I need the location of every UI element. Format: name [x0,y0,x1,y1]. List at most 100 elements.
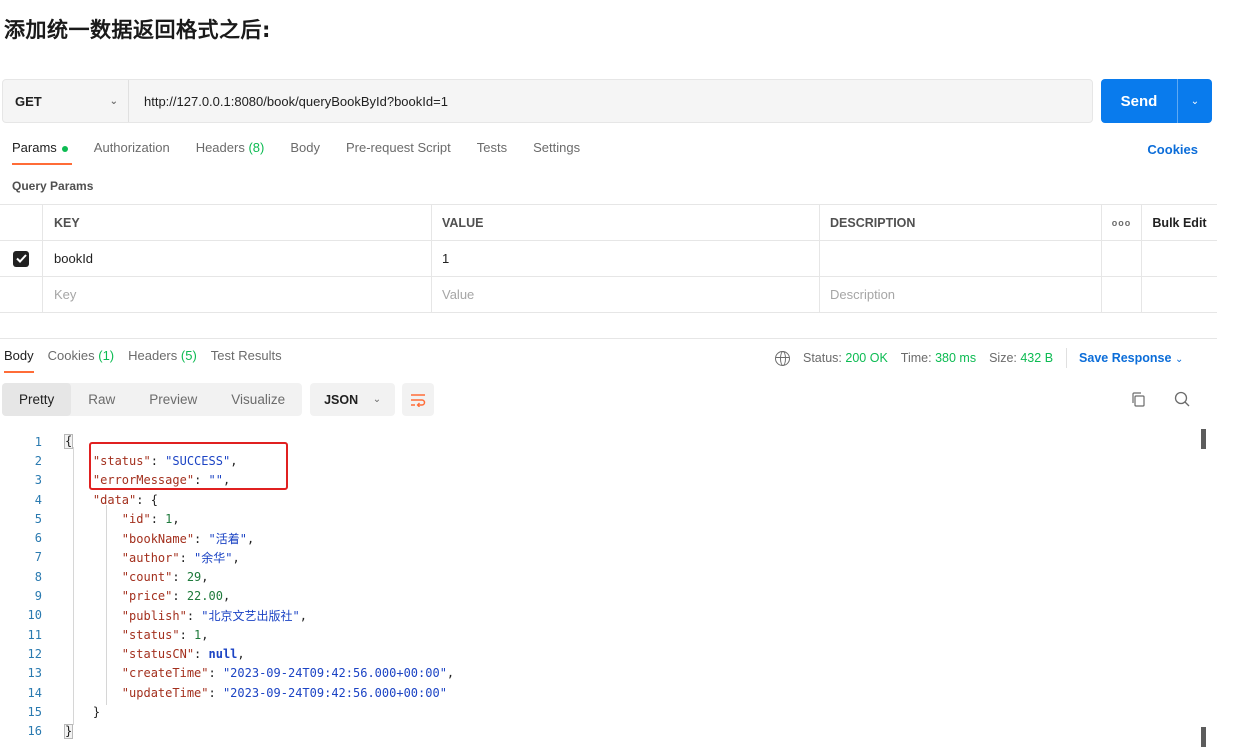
tab-authorization[interactable]: Authorization [94,140,170,165]
request-tabs: Params Authorization Headers (8) Body Pr… [12,140,606,165]
page-heading: 添加统一数据返回格式之后: [4,18,271,42]
view-mode-visualize[interactable]: Visualize [214,383,302,416]
wrap-lines-button[interactable] [402,383,435,416]
line-content: "bookName": "活着", [121,531,255,546]
row-check-cell [0,241,43,276]
send-options-chevron-icon[interactable]: ⌄ [1178,96,1212,107]
new-value-input[interactable]: Value [432,277,820,312]
send-label: Send [1120,92,1158,110]
new-row-check-cell [0,277,43,312]
format-select[interactable]: JSON ⌄ [310,383,396,416]
time-info[interactable]: Time: 380 ms [901,351,976,365]
tab-body[interactable]: Body [290,140,320,165]
size-label: Size: [989,351,1017,365]
line-number: 12 [27,646,42,661]
search-icon[interactable] [1174,391,1190,410]
tab-response-headers-label: Headers [128,348,178,363]
send-button[interactable]: Send ⌄ [1101,79,1212,123]
scrollbar-marker[interactable] [1201,429,1206,449]
query-params-table: KEY VALUE DESCRIPTION ooo Bulk Edit book… [0,204,1217,313]
params-active-dot [61,145,68,152]
param-description-cell[interactable] [820,241,1102,276]
code-line: 16} [0,721,1200,740]
line-number: 1 [34,434,42,449]
response-status-bar: Status: 200 OK Time: 380 ms Size: 432 B … [775,348,1183,368]
json-key: "id" [121,511,151,526]
new-row-more-cell [1102,277,1142,312]
tab-test-results[interactable]: Test Results [211,348,282,373]
new-description-input[interactable]: Description [820,277,1102,312]
json-key: "publish" [121,608,187,623]
checkmark-icon [15,254,27,263]
size-info[interactable]: Size: 432 B [989,351,1053,365]
json-string: "北京文艺出版社" [201,608,300,623]
chevron-down-icon: ⌄ [109,95,118,107]
json-number: 1 [194,627,202,642]
status-value: 200 OK [845,351,888,365]
globe-icon[interactable] [775,350,790,366]
header-check-cell [0,205,43,240]
line-number: 4 [34,492,42,507]
url-input[interactable]: http://127.0.0.1:8080/book/queryBookById… [129,94,448,109]
bulk-edit-button[interactable]: Bulk Edit [1142,205,1217,240]
table-row: bookId 1 [0,241,1217,277]
tab-response-cookies[interactable]: Cookies (1) [48,348,114,373]
tab-headers[interactable]: Headers (8) [196,140,265,165]
time-label: Time: [900,351,932,365]
view-mode-preview[interactable]: Preview [132,383,214,416]
new-key-input[interactable]: Key [43,277,432,312]
json-number: 29 [186,569,202,584]
json-key: "createTime" [121,666,209,681]
row-more-cell [1102,241,1142,276]
chevron-down-icon: ⌄ [372,394,382,405]
json-string: "余华" [194,550,233,565]
column-header-value: VALUE [432,205,820,240]
save-response-button[interactable]: Save Response ⌄ [1079,351,1183,365]
size-value: 432 B [1020,351,1054,365]
line-content: "data": { [92,492,158,507]
param-enabled-checkbox[interactable] [13,250,29,267]
tab-tests[interactable]: Tests [477,140,507,165]
view-mode-raw[interactable]: Raw [71,383,132,416]
view-mode-pretty[interactable]: Pretty [2,383,72,416]
tab-params[interactable]: Params [12,140,72,165]
table-header-row: KEY VALUE DESCRIPTION ooo Bulk Edit [0,205,1217,241]
new-param-row: Key Value Description [0,277,1217,313]
tab-response-headers[interactable]: Headers (5) [128,348,197,373]
copy-icon[interactable] [1131,392,1145,410]
param-value-cell[interactable]: 1 [432,241,820,276]
save-response-label: Save Response [1079,351,1172,365]
line-number: 11 [27,627,42,642]
status-info[interactable]: Status: 200 OK [803,351,888,365]
tab-response-headers-count: (5) [180,348,197,363]
tab-prerequest-script[interactable]: Pre-request Script [346,140,451,165]
method-select[interactable]: GET ⌄ [3,80,129,122]
highlight-annotation-box [89,442,288,490]
line-content: "price": 22.00, [121,589,231,604]
line-number: 8 [34,569,42,584]
line-number: 9 [34,589,42,604]
code-line: 4 "data": { [0,490,1200,509]
code-line: 11 "status": 1, [0,625,1200,644]
line-content: { [64,434,74,450]
tab-response-body[interactable]: Body [4,348,34,373]
json-string: "2023-09-24T09:42:56.000+00:00" [222,666,447,681]
wrap-lines-icon [411,393,426,407]
json-string: "2023-09-24T09:42:56.000+00:00" [222,685,447,700]
code-line: 9 "price": 22.00, [0,586,1200,605]
tab-settings[interactable]: Settings [533,140,580,165]
line-number: 16 [27,724,42,739]
code-line: 8 "count": 29, [0,567,1200,586]
line-content: "publish": "北京文艺出版社", [121,608,307,623]
column-header-description: DESCRIPTION [820,205,1102,240]
json-key: "statusCN" [121,646,195,661]
cookies-link[interactable]: Cookies [1147,142,1198,157]
scrollbar-marker[interactable] [1201,727,1206,747]
json-key: "status" [121,627,180,642]
line-content: "updateTime": "2023-09-24T09:42:56.000+0… [121,685,447,700]
json-number: 22.00 [186,589,223,604]
line-number: 2 [34,453,42,468]
param-key-cell[interactable]: bookId [43,241,432,276]
more-options-icon[interactable]: ooo [1102,205,1142,240]
line-number: 14 [27,685,42,700]
